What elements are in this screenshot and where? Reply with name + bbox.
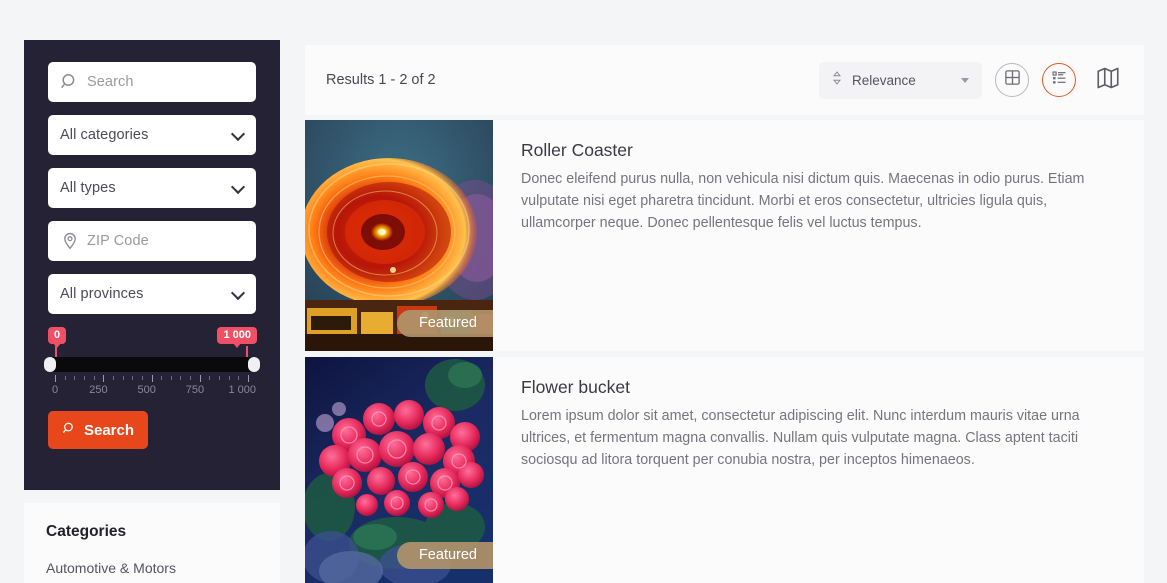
search-input[interactable]: Search (48, 62, 256, 102)
listing-thumbnail[interactable]: Featured (305, 357, 493, 583)
province-select[interactable]: All provinces (48, 274, 256, 314)
slider-tick (151, 375, 153, 382)
featured-badge: Featured (396, 542, 493, 569)
slider-tick (219, 376, 221, 380)
listing-description: Lorem ipsum dolor sit amet, consectetur … (521, 408, 1080, 468)
slider-tick (74, 376, 76, 380)
slider-tick (55, 375, 56, 382)
category-list-item[interactable]: Automotive & Motors (46, 560, 258, 576)
list-icon (1051, 69, 1068, 91)
grid-view-button[interactable] (995, 63, 1029, 97)
slider-tick-label: 1 000 (228, 384, 256, 396)
results-count: Results 1 - 2 of 2 (326, 72, 436, 88)
featured-badge: Featured (396, 310, 493, 337)
map-pin-icon (60, 231, 80, 251)
province-select-value: All provinces (60, 286, 144, 302)
listing-title[interactable]: Flower bucket (521, 377, 1120, 398)
categories-title: Categories (46, 523, 127, 540)
slider-tick-label: 500 (137, 384, 156, 396)
slider-tick (228, 376, 230, 380)
sort-select-value: Relevance (852, 72, 916, 88)
search-button-label: Search (83, 421, 135, 439)
listing-thumbnail[interactable]: Featured (305, 120, 493, 351)
toolbar-controls: Relevance (819, 61, 1123, 99)
slider-tick-label: 0 (52, 384, 59, 396)
slider-tick (83, 376, 85, 380)
sort-updown-icon (830, 70, 844, 91)
search-icon (60, 72, 80, 92)
slider-tick (132, 376, 134, 380)
slider-min-bubble: 0 (48, 327, 67, 348)
caret-down-icon (961, 77, 969, 83)
listing-card[interactable]: Featured Roller Coaster Donec eleifend p… (305, 120, 1144, 452)
filter-sidebar: Search All categories All types ZIP Code… (24, 40, 280, 490)
results-toolbar: Results 1 - 2 of 2 Relevance (305, 45, 1144, 115)
price-range-slider[interactable]: 0 1 000 0 250 500 750 1 000 (44, 327, 260, 396)
slider-tick (238, 376, 240, 380)
slider-tick (112, 376, 114, 380)
slider-ruler (55, 375, 249, 382)
slider-max-bubble: 1 000 (217, 327, 257, 348)
categories-card: Categories Automotive & Motors (24, 503, 280, 583)
zip-code-input[interactable]: ZIP Code (48, 221, 256, 261)
listing-body: Roller Coaster Donec eleifend purus null… (493, 120, 1144, 351)
slider-tick-label: 750 (185, 384, 205, 396)
chevron-down-icon (230, 179, 246, 195)
map-view-button[interactable] (1093, 65, 1123, 95)
slider-tick (209, 376, 211, 380)
chevron-down-icon (230, 285, 246, 301)
slider-tick (170, 376, 172, 380)
search-input-placeholder: Search (87, 74, 134, 90)
search-results-page: Search All categories All types ZIP Code… (0, 0, 1167, 583)
category-select[interactable]: All categories (48, 115, 256, 155)
sort-select[interactable]: Relevance (819, 61, 982, 99)
type-select-value: All types (60, 180, 116, 196)
slider-tick (64, 376, 66, 380)
slider-tick-label: 250 (89, 384, 108, 396)
slider-tick (141, 376, 143, 380)
type-select[interactable]: All types (48, 168, 256, 208)
slider-tick (190, 376, 192, 380)
slider-tick (180, 376, 182, 380)
slider-handle-min[interactable] (44, 357, 56, 372)
zip-code-placeholder: ZIP Code (87, 233, 149, 249)
slider-track[interactable] (48, 357, 256, 372)
search-button[interactable]: Search (48, 411, 148, 449)
grid-icon (1004, 69, 1021, 91)
list-view-button[interactable] (1042, 63, 1076, 97)
listing-title[interactable]: Roller Coaster (521, 140, 1120, 161)
slider-tick (122, 376, 124, 380)
slider-tick (248, 375, 249, 382)
slider-tick (93, 376, 95, 380)
map-icon (1095, 65, 1121, 96)
slider-tick (199, 375, 201, 382)
category-select-value: All categories (60, 127, 149, 143)
slider-tick (103, 375, 105, 382)
slider-handle-max[interactable] (248, 357, 260, 372)
chevron-down-icon (230, 126, 246, 142)
search-icon (62, 421, 77, 440)
slider-tick (161, 376, 163, 380)
listing-description: Donec eleifend purus nulla, non vehicula… (521, 171, 1085, 231)
listing-body: Flower bucket Lorem ipsum dolor sit amet… (493, 357, 1144, 583)
listing-card[interactable]: Featured Flower bucket Lorem ipsum dolor… (305, 357, 1144, 583)
